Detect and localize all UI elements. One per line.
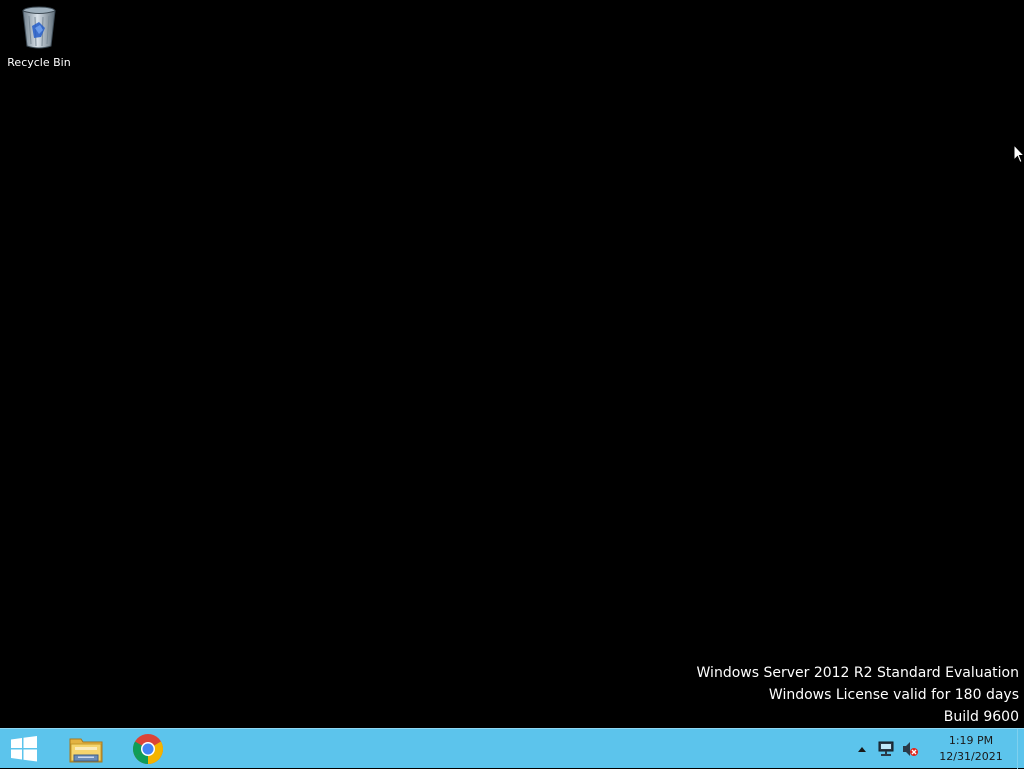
clock-time: 1:19 PM bbox=[948, 734, 994, 747]
watermark-license: Windows License valid for 180 days bbox=[768, 687, 1019, 703]
taskbar-clock[interactable]: 1:19 PM 12/31/2021 bbox=[929, 733, 1013, 765]
desktop: Recycle Bin Windows Server 2012 R2 Stand… bbox=[0, 0, 1024, 728]
chrome-icon bbox=[133, 733, 163, 764]
watermark-edition: Windows Server 2012 R2 Standard Evaluati… bbox=[696, 665, 1019, 681]
show-hidden-icons-arrow-icon bbox=[858, 747, 866, 752]
network-tray-button[interactable] bbox=[875, 729, 897, 769]
windows-logo-icon bbox=[11, 735, 37, 761]
recycle-bin-icon bbox=[22, 6, 56, 49]
windows-version-watermark: Windows Server 2012 R2 Standard Evaluati… bbox=[697, 662, 1019, 728]
show-desktop-button[interactable] bbox=[1017, 729, 1024, 769]
show-hidden-icons-button[interactable] bbox=[851, 729, 873, 769]
clock-date: 12/31/2021 bbox=[939, 750, 1003, 763]
system-tray: 1:19 PM 12/31/2021 bbox=[851, 729, 1024, 769]
recycle-bin-shortcut[interactable]: Recycle Bin bbox=[4, 4, 74, 76]
recycle-bin-label: Recycle Bin bbox=[7, 56, 71, 69]
start-button[interactable] bbox=[0, 729, 48, 769]
file-explorer-taskbar-button[interactable] bbox=[58, 729, 114, 769]
chrome-taskbar-button[interactable] bbox=[120, 729, 176, 769]
watermark-build: Build 9600 bbox=[943, 709, 1019, 725]
volume-tray-button[interactable] bbox=[899, 729, 921, 769]
volume-muted-icon bbox=[903, 742, 918, 756]
mouse-cursor-icon bbox=[1013, 144, 1024, 164]
file-explorer-icon bbox=[69, 738, 103, 762]
network-icon bbox=[878, 741, 894, 756]
taskbar: 1:19 PM 12/31/2021 bbox=[0, 728, 1024, 769]
